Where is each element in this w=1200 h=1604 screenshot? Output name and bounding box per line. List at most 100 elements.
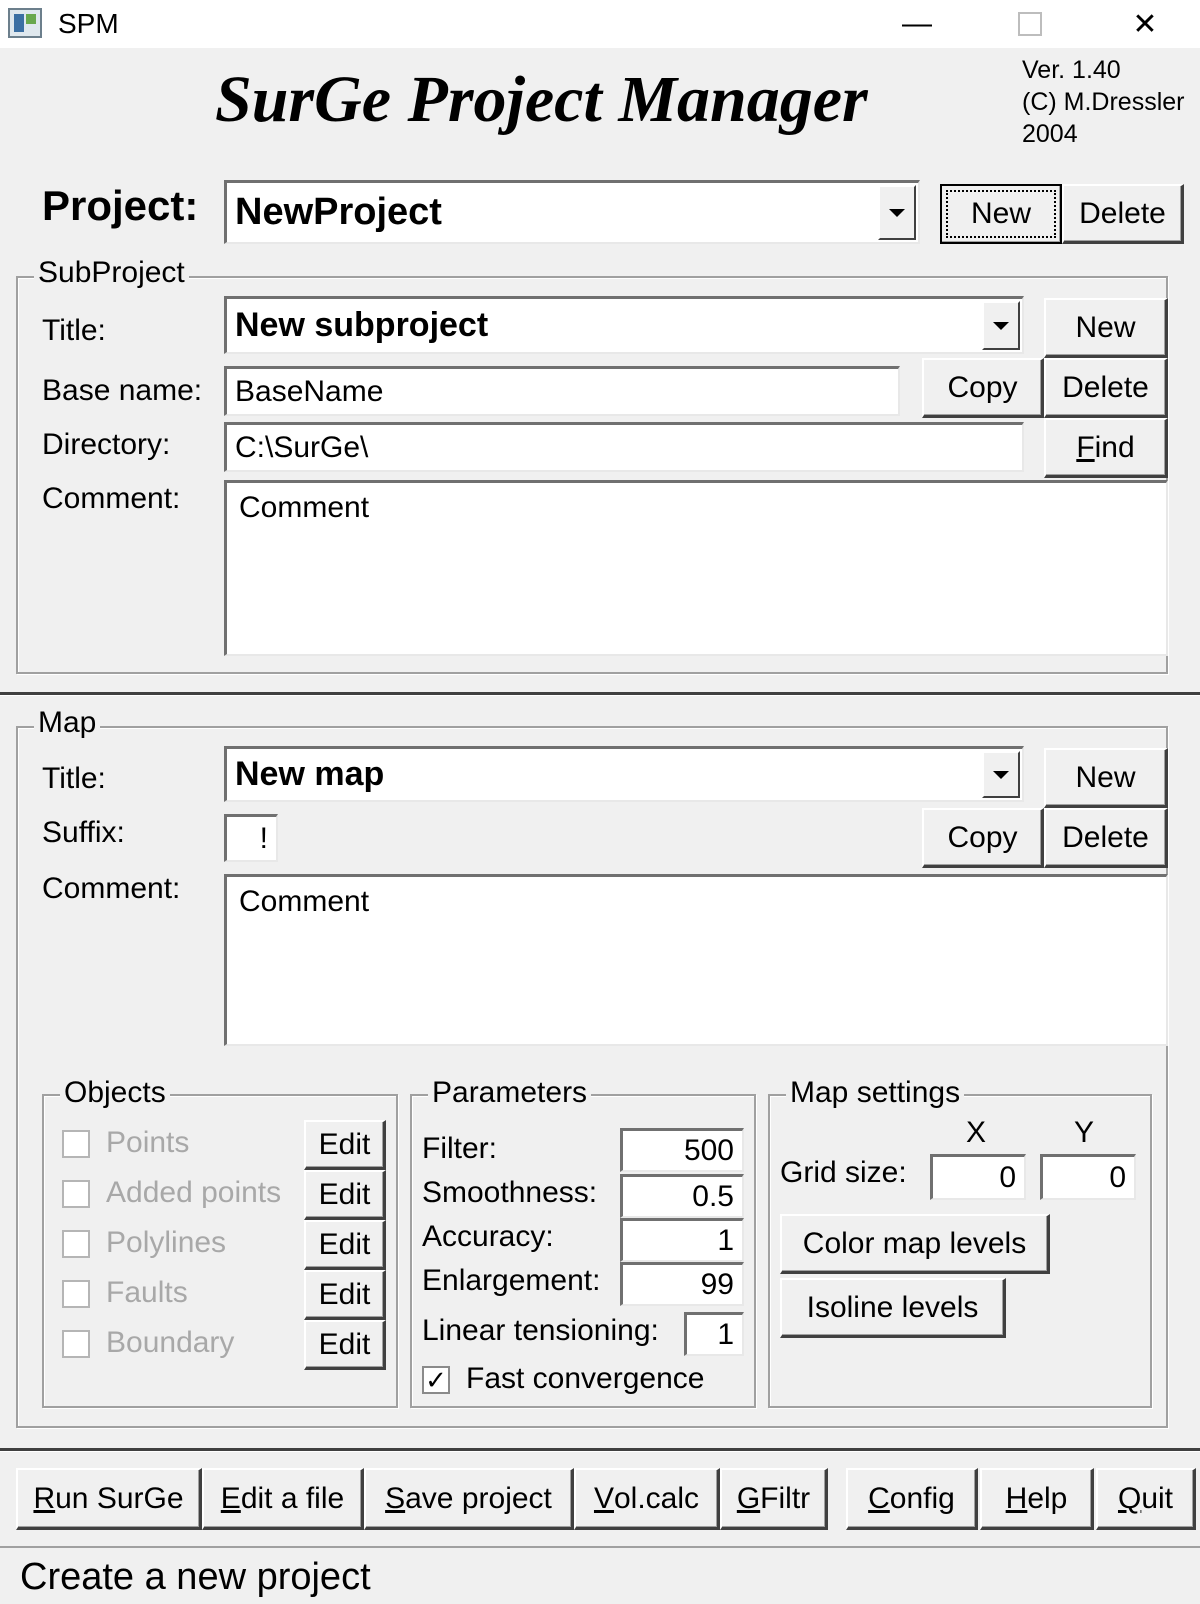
map-copy-button[interactable]: Copy [922, 808, 1044, 868]
project-label: Project: [42, 182, 199, 229]
subproject-title-combo[interactable]: New subproject [224, 296, 1024, 354]
object-label: Points [106, 1126, 190, 1159]
object-edit-button[interactable]: Edit [304, 1270, 386, 1320]
map-title-combo[interactable]: New map [224, 746, 1024, 802]
close-icon: ✕ [1132, 7, 1158, 41]
minimize-icon: — [902, 7, 932, 40]
object-edit-button[interactable]: Edit [304, 1220, 386, 1270]
linear-tensioning-input[interactable]: 1 [684, 1312, 744, 1356]
base-name-label: Base name: [42, 374, 203, 407]
isoline-levels-button[interactable]: Isoline levels [780, 1278, 1006, 1338]
version-text: Ver. 1.40 [1022, 56, 1121, 84]
object-checkbox[interactable] [62, 1230, 90, 1258]
vol-calc-mnemonic: V [593, 1481, 614, 1515]
directory-input[interactable]: C:\SurGe\ [224, 422, 1024, 472]
chevron-down-icon[interactable] [982, 751, 1020, 798]
help-mnemonic: H [1005, 1481, 1028, 1515]
find-button[interactable]: Find [1044, 418, 1168, 478]
object-checkbox[interactable] [62, 1130, 90, 1158]
enlargement-label: Enlargement: [422, 1264, 601, 1297]
section-divider [0, 1448, 1200, 1452]
subproject-title-value: New subproject [235, 306, 489, 344]
map-comment-input[interactable] [224, 874, 1168, 1046]
fast-convergence-label: Fast convergence [466, 1362, 705, 1395]
find-button-mnemonic: F [1076, 430, 1095, 464]
gfiltr-mnemonic: G [736, 1481, 761, 1515]
project-combo-value: NewProject [235, 191, 442, 233]
chevron-down-icon[interactable] [878, 185, 916, 240]
smoothness-label: Smoothness: [422, 1176, 598, 1209]
enlargement-input[interactable]: 99 [620, 1262, 744, 1306]
close-button[interactable]: ✕ [1090, 0, 1200, 48]
subproject-delete-button[interactable]: Delete [1044, 358, 1168, 418]
quit-button[interactable]: Quit [1096, 1468, 1196, 1530]
map-group-title: Map [34, 706, 101, 740]
filter-input[interactable]: 500 [620, 1128, 744, 1172]
quit-label: uit [1141, 1481, 1174, 1515]
map-comment-label: Comment: [42, 872, 181, 905]
save-project-button[interactable]: Save project [364, 1468, 574, 1530]
linear-tensioning-label: Linear tensioning: [422, 1314, 659, 1347]
find-button-label: ind [1094, 430, 1135, 464]
app-icon [8, 8, 42, 38]
accuracy-input[interactable]: 1 [620, 1218, 744, 1262]
grid-x-input[interactable]: 0 [930, 1154, 1026, 1200]
window-title: SPM [58, 8, 119, 39]
maximize-button[interactable] [975, 0, 1085, 48]
minimize-button[interactable]: — [862, 0, 972, 48]
accuracy-label: Accuracy: [422, 1220, 554, 1253]
map-delete-button[interactable]: Delete [1044, 808, 1168, 868]
suffix-input[interactable]: ! [224, 814, 278, 862]
subproject-title-label: Title: [42, 314, 106, 347]
objects-group-title: Objects [60, 1076, 170, 1110]
save-project-mnemonic: S [385, 1481, 406, 1515]
status-text: Create a new project [20, 1556, 371, 1598]
checkmark-icon: ✓ [425, 1365, 447, 1395]
object-edit-button[interactable]: Edit [304, 1320, 386, 1370]
subproject-copy-button[interactable]: Copy [922, 358, 1044, 418]
grid-x-header: X [966, 1116, 987, 1149]
app-banner-title: SurGe Project Manager [215, 63, 868, 136]
smoothness-input[interactable]: 0.5 [620, 1174, 744, 1218]
subproject-comment-label: Comment: [42, 482, 181, 515]
edit-file-button[interactable]: Edit a file [202, 1468, 364, 1530]
run-surge-button[interactable]: Run SurGe [16, 1468, 202, 1530]
object-checkbox[interactable] [62, 1330, 90, 1358]
config-mnemonic: C [868, 1481, 890, 1515]
gfiltr-button[interactable]: G Filtr [720, 1468, 828, 1530]
suffix-label: Suffix: [42, 816, 125, 849]
object-edit-button[interactable]: Edit [304, 1120, 386, 1170]
object-label: Polylines [106, 1226, 227, 1259]
object-label: Added points [106, 1176, 282, 1209]
edit-file-label: dit a file [240, 1481, 345, 1515]
project-combo[interactable]: NewProject [224, 180, 920, 244]
vol-calc-label: ol.calc [613, 1481, 700, 1515]
maximize-icon [1018, 12, 1042, 36]
config-button[interactable]: Config [846, 1468, 978, 1530]
vol-calc-button[interactable]: Vol.calc [574, 1468, 720, 1530]
edit-file-mnemonic: E [220, 1481, 241, 1515]
fast-convergence-checkbox[interactable]: ✓ [422, 1366, 450, 1394]
help-button[interactable]: Help [980, 1468, 1094, 1530]
object-edit-button[interactable]: Edit [304, 1170, 386, 1220]
grid-y-input[interactable]: 0 [1040, 1154, 1136, 1200]
map-settings-group-title: Map settings [786, 1076, 965, 1110]
color-map-levels-button[interactable]: Color map levels [780, 1214, 1050, 1274]
subproject-new-button[interactable]: New [1044, 298, 1168, 358]
help-label: elp [1027, 1481, 1068, 1515]
save-project-label: ave project [405, 1481, 552, 1515]
object-checkbox[interactable] [62, 1180, 90, 1208]
project-delete-button[interactable]: Delete [1062, 184, 1184, 244]
subproject-comment-input[interactable] [224, 480, 1168, 656]
filter-label: Filter: [422, 1132, 497, 1165]
map-new-button[interactable]: New [1044, 748, 1168, 808]
parameters-group-title: Parameters [428, 1076, 592, 1110]
chevron-down-icon[interactable] [982, 301, 1020, 350]
directory-label: Directory: [42, 428, 171, 461]
config-label: onfig [889, 1481, 955, 1515]
object-checkbox[interactable] [62, 1280, 90, 1308]
copyright-text: (C) M.Dressler [1022, 88, 1185, 116]
base-name-input[interactable]: BaseName [224, 366, 900, 416]
project-new-button[interactable]: New [940, 184, 1062, 244]
map-title-value: New map [235, 755, 385, 793]
